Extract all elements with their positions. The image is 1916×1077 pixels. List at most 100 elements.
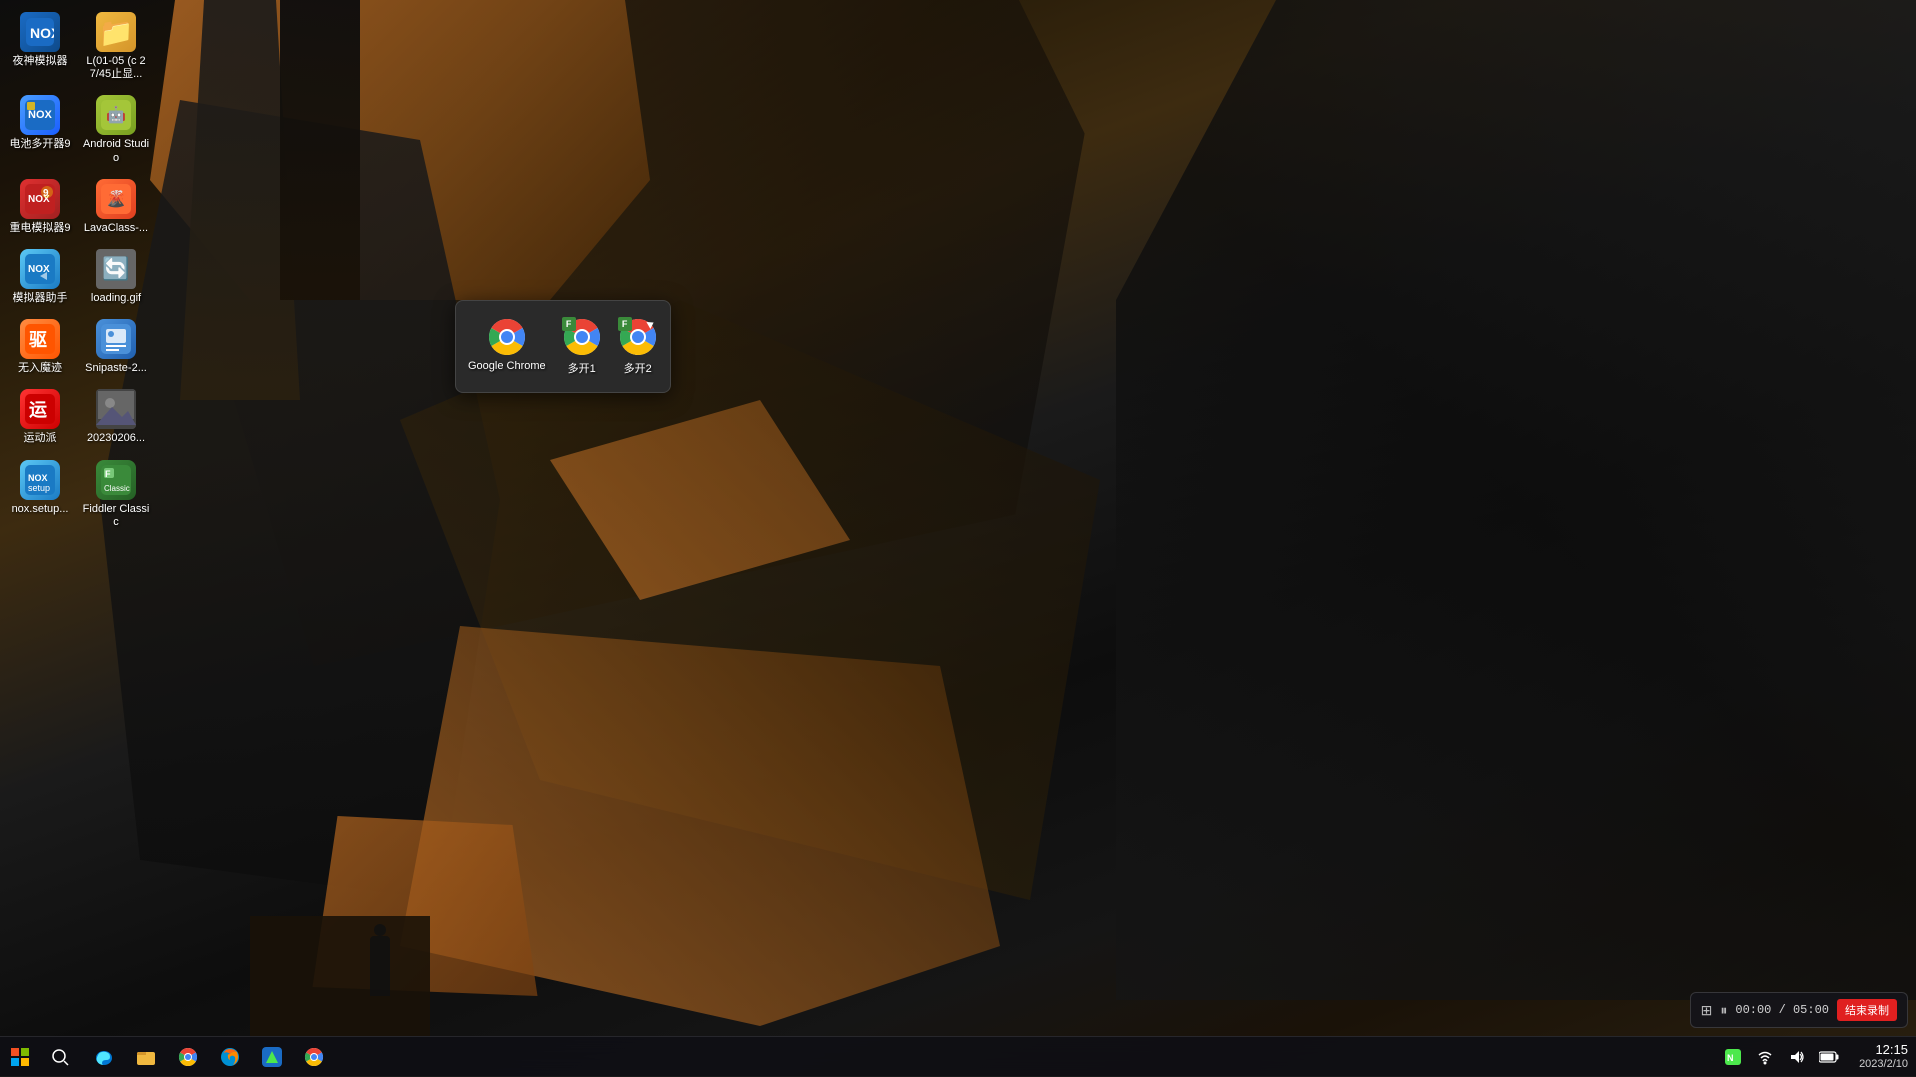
taskbar-tray: N [1711, 1043, 1851, 1071]
svg-text:N: N [1727, 1053, 1734, 1063]
explorer-icon [136, 1047, 156, 1067]
tray-icon-battery[interactable] [1815, 1043, 1843, 1071]
loading-glyph: 🔄 [102, 256, 129, 282]
svg-text:setup: setup [28, 483, 50, 493]
desktop-icon-folder1[interactable]: 📁 L(01-05 (c 27/45止显... [80, 8, 152, 85]
yunzhong-label: 运动派 [24, 432, 57, 445]
icon-row-5: 驱 无入魔迹 Snipaste-2... [4, 315, 156, 379]
tray-icon-volume[interactable] [1783, 1043, 1811, 1071]
mech-column [280, 0, 360, 300]
fiddler-icon-img: F Classic [96, 460, 136, 500]
chrome-taskbar-icon-2 [304, 1047, 324, 1067]
desktop-icons-area: NOX 夜神模拟器 📁 L(01-05 (c 27/45止显... NOX 电池… [0, 0, 160, 860]
icon-row-6: 运 运动派 20230206... [4, 385, 156, 449]
duokai1-badge: F [562, 317, 576, 331]
loading-label: loading.gif [91, 292, 141, 305]
desktop-icon-loading[interactable]: 🔄 loading.gif [80, 245, 152, 309]
taskbar-item-firefox[interactable] [210, 1037, 250, 1077]
nox9-icon-img: NOX 9 [20, 179, 60, 219]
taskbar-search-button[interactable] [42, 1039, 78, 1075]
yunzhong-icon-img: 运 [20, 389, 60, 429]
person-body [370, 936, 390, 996]
desktop-icon-android-studio[interactable]: 🤖 Android Studio [80, 91, 152, 168]
desktop-icon-photo[interactable]: 20230206... [80, 385, 152, 449]
svg-text:驱: 驱 [29, 330, 47, 350]
desktop-background [0, 0, 1916, 1076]
svg-text:NOX: NOX [30, 25, 54, 41]
edge-icon [94, 1047, 114, 1067]
duokai1-label: 多开1 [568, 360, 596, 376]
taskbar-item-edge[interactable] [84, 1037, 124, 1077]
duokai2-badge: F [618, 317, 632, 331]
desktop-icon-nox-multi[interactable]: NOX 电池多开器9 [4, 91, 76, 168]
taskbar: N 12:15 [0, 1036, 1916, 1076]
nox-multi-icon-img: NOX [20, 95, 60, 135]
nox9-label: 重电模拟器9 [9, 222, 70, 235]
nox-assistant-icon-img: NOX [20, 249, 60, 289]
svg-text:🤖: 🤖 [106, 105, 126, 124]
end-recording-button[interactable]: 结束录制 [1837, 999, 1897, 1021]
photo-icon-img [96, 389, 136, 429]
chrome-popup-google-chrome-label: Google Chrome [468, 360, 546, 372]
nox-green-icon [262, 1047, 282, 1067]
android-studio-icon-img: 🤖 [96, 95, 136, 135]
clock-time: 12:15 [1875, 1042, 1908, 1058]
tray-icon-wifi[interactable] [1751, 1043, 1779, 1071]
fiddler-label: Fiddler Classic [82, 503, 150, 529]
nox-assistant-label: 模拟器助手 [13, 292, 68, 305]
desktop-icon-nox-night[interactable]: NOX 夜神模拟器 [4, 8, 76, 85]
pause-icon[interactable]: ⏸ [1720, 1002, 1727, 1019]
mech-ground [250, 916, 430, 1036]
person-head [374, 924, 386, 936]
icon-row-3: NOX 9 重电模拟器9 🌋 LavaClass-... [4, 175, 156, 239]
taskbar-item-chrome[interactable] [168, 1037, 208, 1077]
icon-row-7: NOX setup nox.setup... F Classic Fiddler… [4, 456, 156, 533]
video-time-display: 00:00 / 05:00 [1735, 1003, 1829, 1017]
start-button[interactable] [0, 1037, 40, 1077]
icon-row-4: NOX 模拟器助手 🔄 loading.gif [4, 245, 156, 309]
search-icon [51, 1048, 69, 1066]
desktop-icon-fiddler[interactable]: F Classic Fiddler Classic [80, 456, 152, 533]
icon-row-1: NOX 夜神模拟器 📁 L(01-05 (c 27/45止显... [4, 8, 156, 85]
taskbar-item-chrome2[interactable] [294, 1037, 334, 1077]
firefox-icon [220, 1047, 240, 1067]
clock-date: 2023/2/10 [1859, 1058, 1908, 1071]
chrome-popup-duokai1[interactable]: F 多开1 [558, 313, 606, 380]
desktop-icon-snipaste[interactable]: Snipaste-2... [80, 315, 152, 379]
volume-icon [1789, 1049, 1805, 1065]
desktop-icon-wutu[interactable]: 驱 无入魔迹 [4, 315, 76, 379]
desktop-icon-nox9[interactable]: NOX 9 重电模拟器9 [4, 175, 76, 239]
taskbar-clock[interactable]: 12:15 2023/2/10 [1851, 1042, 1916, 1071]
nox-setup-icon-img: NOX setup [20, 460, 60, 500]
folder1-label: L(01-05 (c 27/45止显... [82, 55, 150, 81]
snipaste-icon-img [96, 319, 136, 359]
chrome-taskbar-icon [178, 1047, 198, 1067]
nox-multi-label: 电池多开器9 [9, 138, 70, 151]
taskbar-item-explorer[interactable] [126, 1037, 166, 1077]
svg-text:🌋: 🌋 [106, 189, 126, 208]
folder1-icon-glyph: 📁 [99, 16, 134, 49]
photo-label: 20230206... [87, 432, 145, 445]
icon-row-2: NOX 电池多开器9 🤖 Android Studio [4, 91, 156, 168]
video-control-bar: ⊞ ⏸ 00:00 / 05:00 结束录制 [1690, 992, 1908, 1028]
lavaclass-icon-img: 🌋 [96, 179, 136, 219]
chrome-popup-duokai2[interactable]: F 多开2 [614, 313, 662, 380]
desktop-icon-lavaclass[interactable]: 🌋 LavaClass-... [80, 175, 152, 239]
taskbar-item-nox-green[interactable] [252, 1037, 292, 1077]
bg-shape-3 [1116, 0, 1916, 1000]
chrome-popup: Google Chrome F 多开1 [455, 300, 671, 393]
snipaste-label: Snipaste-2... [85, 362, 147, 375]
grid-icon: ⊞ [1701, 1002, 1713, 1019]
chrome-popup-google-chrome[interactable]: Google Chrome [464, 313, 550, 376]
wutu-label: 无入魔迹 [18, 362, 62, 375]
nox-night-icon-img: NOX [20, 12, 60, 52]
wutu-icon-img: 驱 [20, 319, 60, 359]
desktop-icon-nox-setup[interactable]: NOX setup nox.setup... [4, 456, 76, 533]
desktop-icon-nox-assistant[interactable]: NOX 模拟器助手 [4, 245, 76, 309]
wifi-icon [1757, 1049, 1773, 1065]
tray-icon-nox[interactable]: N [1719, 1043, 1747, 1071]
battery-icon [1819, 1051, 1839, 1063]
chrome-main-icon [487, 317, 527, 357]
nox-night-label: 夜神模拟器 [13, 55, 68, 68]
desktop-icon-yunzhong[interactable]: 运 运动派 [4, 385, 76, 449]
